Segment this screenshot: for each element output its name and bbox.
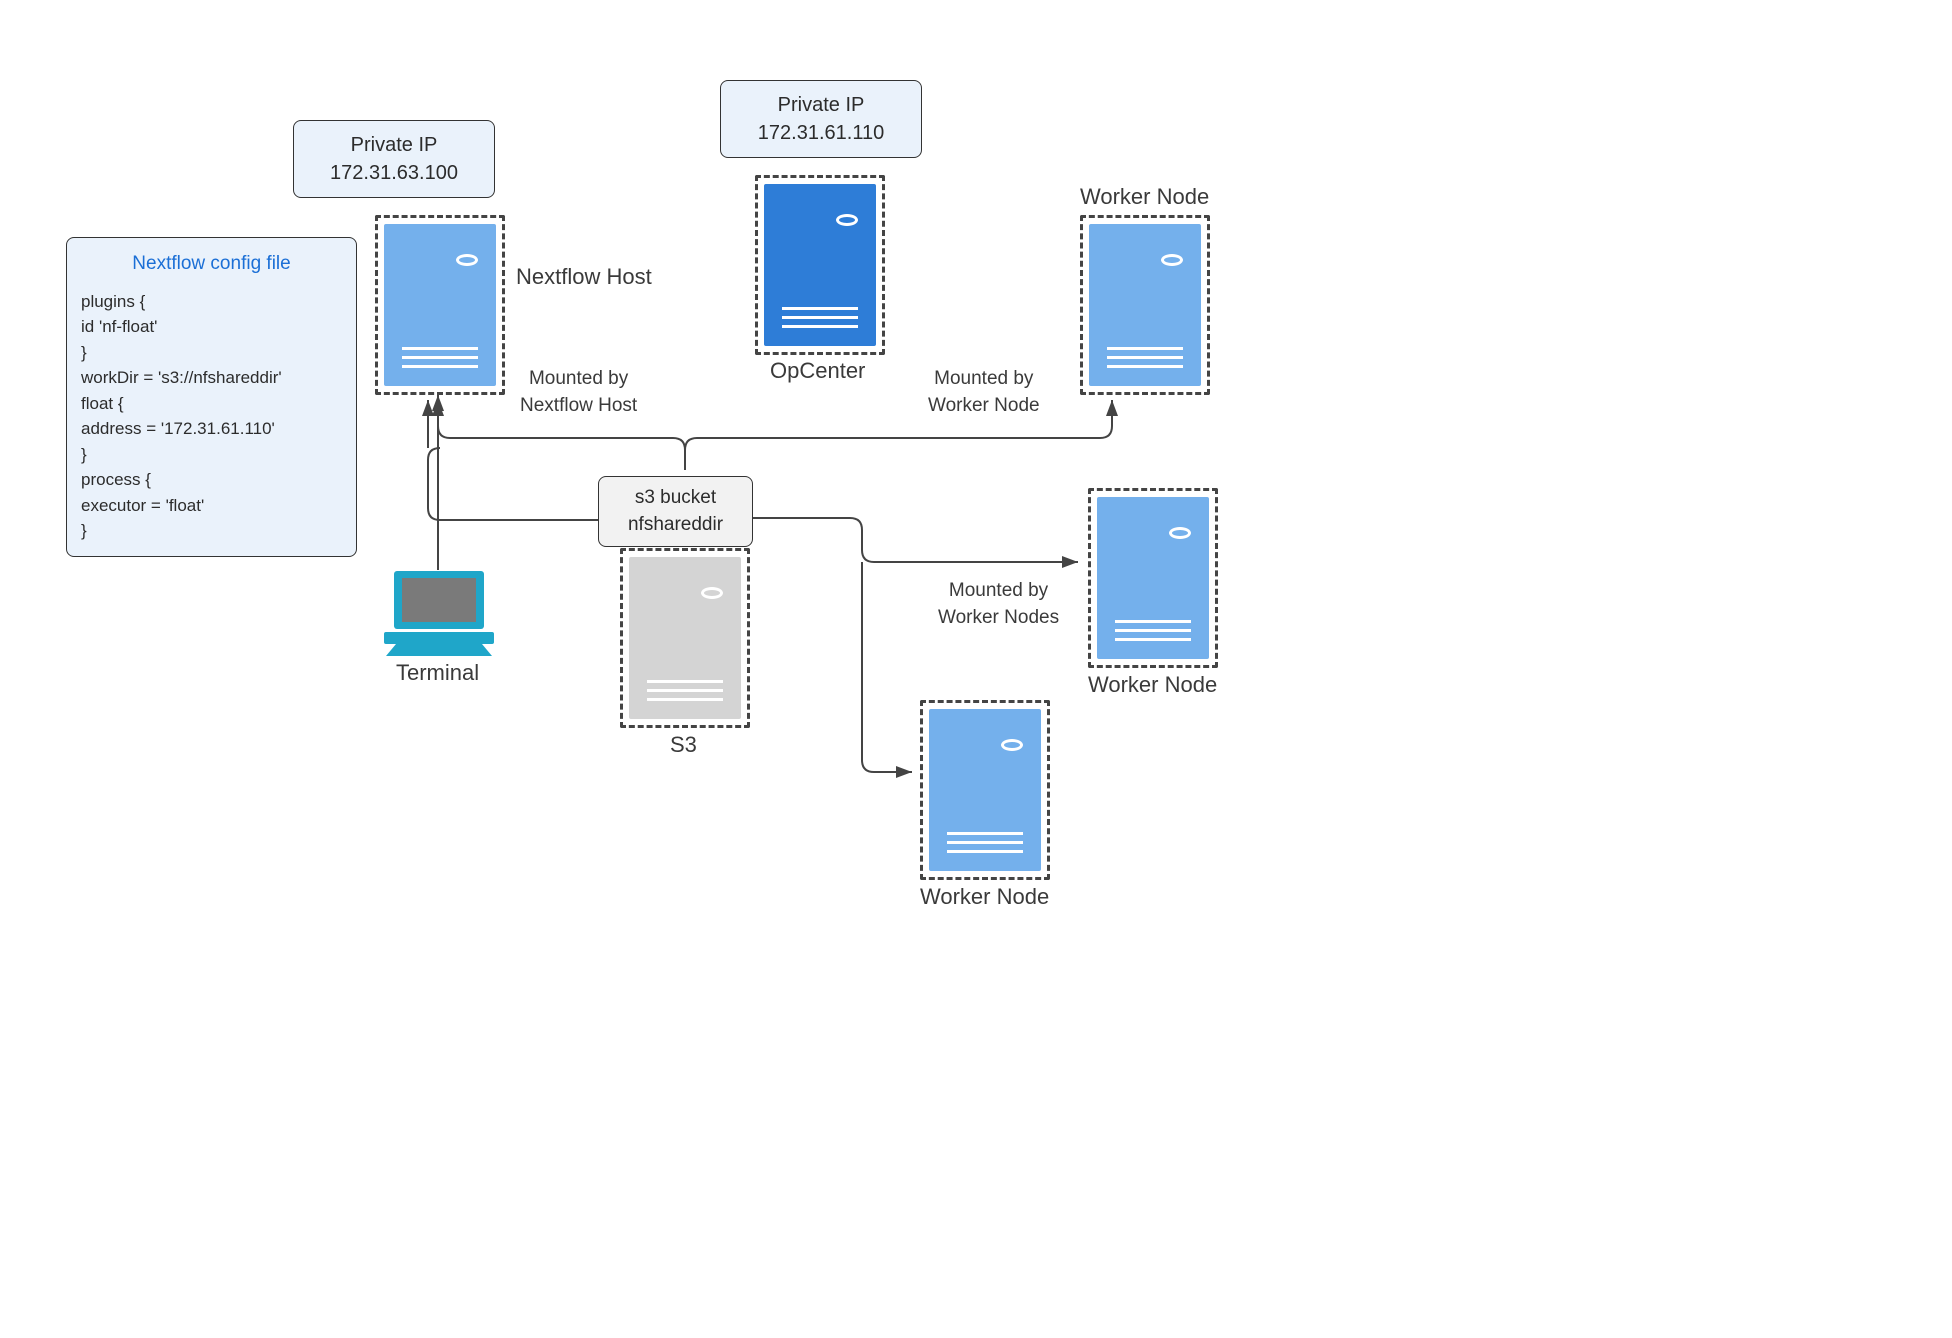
server-vents-icon (647, 674, 723, 701)
server-led-icon (456, 254, 478, 266)
architecture-diagram: Private IP 172.31.63.100 Private IP 172.… (20, 20, 1375, 934)
s3-bucket-l1: s3 bucket (613, 485, 738, 512)
config-line: executor = 'float' (81, 493, 342, 519)
config-line: process { (81, 467, 342, 493)
s3-bucket-l2: nfshareddir (613, 512, 738, 539)
label-nextflow-host: Nextflow Host (516, 264, 652, 290)
server-led-icon (701, 587, 723, 599)
server-worker-1 (1080, 215, 1210, 395)
nextflow-config-box: Nextflow config file plugins { id 'nf-fl… (66, 237, 357, 557)
label-terminal: Terminal (396, 660, 479, 686)
server-nextflow-host (375, 215, 505, 395)
terminal-icon (384, 568, 494, 663)
ip-title: Private IP (737, 91, 905, 119)
label-s3: S3 (670, 732, 697, 758)
server-led-icon (1001, 739, 1023, 751)
ip-addr: 172.31.61.110 (737, 119, 905, 147)
server-opcenter (755, 175, 885, 355)
label-opcenter: OpCenter (770, 358, 865, 384)
server-worker-2 (1088, 488, 1218, 668)
mount-nextflow: Mounted by Nextflow Host (520, 366, 637, 419)
ip-label-opcenter: Private IP 172.31.61.110 (720, 80, 922, 158)
config-line: address = '172.31.61.110' (81, 416, 342, 442)
server-vents-icon (1107, 341, 1183, 368)
ip-title: Private IP (310, 131, 478, 159)
ip-addr: 172.31.63.100 (310, 159, 478, 187)
config-line: workDir = 's3://nfshareddir' (81, 365, 342, 391)
server-led-icon (1161, 254, 1183, 266)
config-line: id 'nf-float' (81, 314, 342, 340)
config-body: plugins { id 'nf-float'}workDir = 's3://… (81, 289, 342, 544)
label-worker-1: Worker Node (1080, 184, 1209, 210)
server-led-icon (836, 214, 858, 226)
server-vents-icon (782, 301, 858, 328)
config-line: } (81, 442, 342, 468)
server-vents-icon (1115, 614, 1191, 641)
label-worker-2: Worker Node (1088, 672, 1217, 698)
config-line: float { (81, 391, 342, 417)
server-vents-icon (402, 341, 478, 368)
server-s3 (620, 548, 750, 728)
config-line: plugins { (81, 289, 342, 315)
label-worker-3: Worker Node (920, 884, 1049, 910)
ip-label-nextflow: Private IP 172.31.63.100 (293, 120, 495, 198)
config-line: } (81, 340, 342, 366)
server-worker-3 (920, 700, 1050, 880)
server-led-icon (1169, 527, 1191, 539)
config-title: Nextflow config file (81, 250, 342, 279)
mount-workers: Mounted by Worker Nodes (938, 578, 1059, 631)
mount-worker: Mounted by Worker Node (928, 366, 1040, 419)
server-vents-icon (947, 826, 1023, 853)
config-line: } (81, 518, 342, 544)
s3-bucket-label: s3 bucket nfshareddir (598, 476, 753, 547)
